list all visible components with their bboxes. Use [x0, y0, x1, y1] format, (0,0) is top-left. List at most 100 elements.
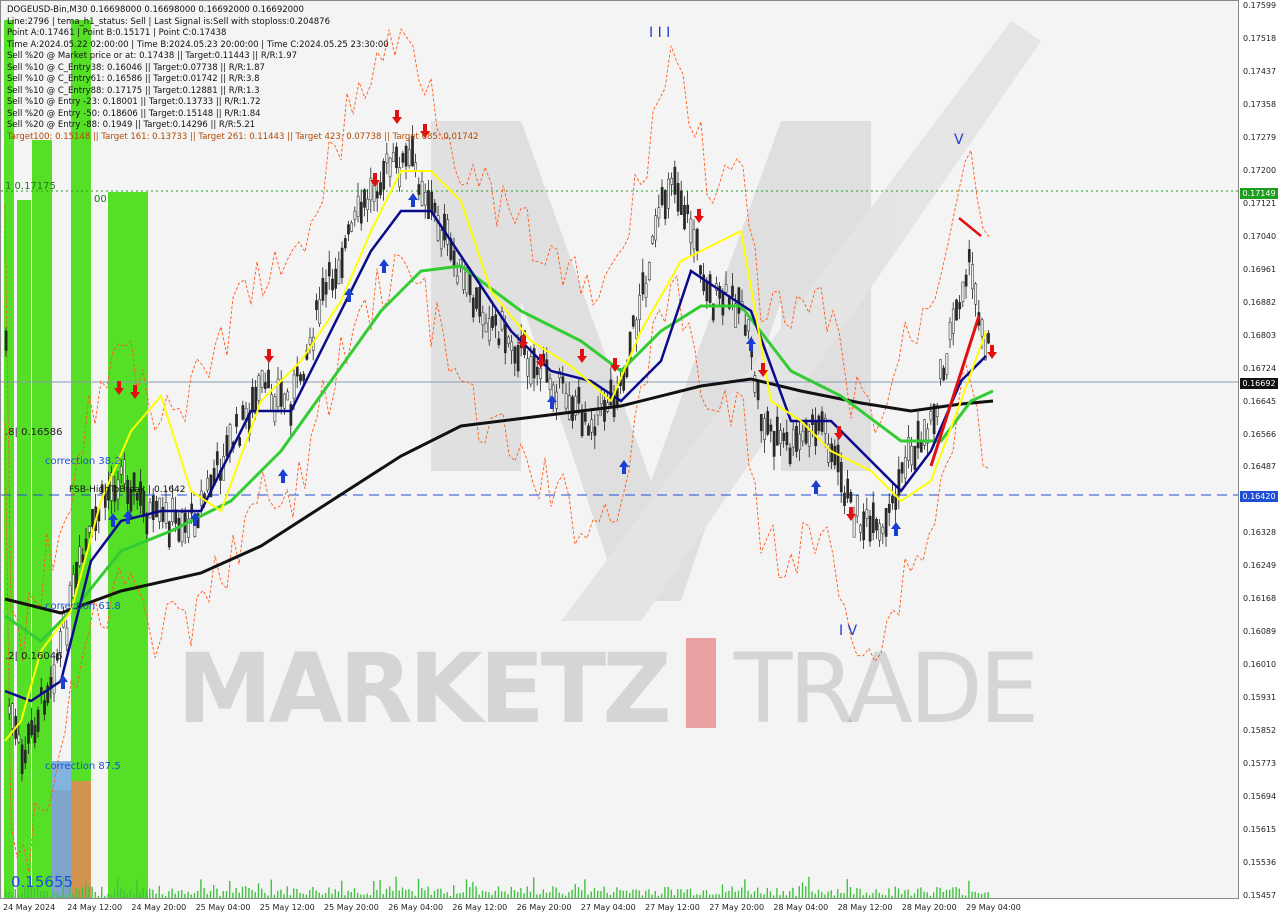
volume-bar	[728, 890, 730, 898]
candle-body	[372, 185, 376, 202]
chart-area[interactable]: MARKETZ TRADE DOGEUSD-Bin,M30 0.16698000 …	[0, 0, 1239, 899]
volume-bar	[203, 887, 205, 898]
volume-bar	[616, 887, 618, 898]
candle-body	[980, 319, 984, 337]
fib-level-1-label: 1 0.17175	[5, 181, 56, 192]
candle-body	[865, 509, 869, 519]
volume-bar	[398, 890, 400, 898]
volume-bar	[149, 888, 151, 898]
volume-bar	[917, 888, 919, 898]
candle-body	[955, 299, 958, 321]
candle-body	[708, 274, 712, 303]
candle-body	[315, 300, 318, 310]
candle-body	[705, 280, 709, 302]
price-tick-label: 0.16724	[1243, 363, 1277, 373]
volume-bar	[421, 887, 423, 898]
candle-body	[391, 152, 395, 162]
volume-bar	[581, 890, 583, 898]
candle-body	[868, 515, 872, 542]
time-axis[interactable]: 24 May 2024 24 May 12:00 24 May 20:00 25 Ma…	[0, 899, 1239, 920]
volume-bar	[353, 888, 356, 898]
candle-body	[679, 190, 683, 215]
candle-body	[71, 574, 75, 598]
candle-body	[215, 451, 219, 466]
candle-body	[404, 145, 408, 167]
volume-bar	[907, 889, 909, 898]
candle-body	[555, 391, 558, 409]
time-tick-label: 29 May 04:00	[966, 903, 1021, 912]
volume-bar	[277, 890, 279, 898]
price-axis[interactable]: 0.17599 0.17518 0.17437 0.17358 0.17279 0.172…	[1239, 0, 1280, 920]
candle-body	[308, 337, 312, 345]
candle-body	[795, 426, 798, 452]
volume-bar	[337, 891, 340, 898]
candle-body	[545, 359, 549, 383]
candle-body	[843, 492, 846, 506]
buy-arrow-icon	[891, 522, 901, 536]
candle-body	[647, 262, 651, 281]
volume-bar	[53, 891, 55, 898]
candle-body	[324, 282, 328, 295]
volume-bar	[245, 886, 247, 898]
volume-bar	[725, 892, 727, 898]
correction-61-label: correction 61.8	[45, 601, 121, 612]
candle-body	[299, 374, 302, 381]
time-tick-label: 28 May 12:00	[837, 903, 893, 912]
candle-body	[759, 414, 763, 432]
candle-body	[756, 381, 760, 401]
candle-body	[903, 457, 907, 479]
candle-body	[974, 283, 978, 305]
sell-arrow-icon	[694, 209, 704, 223]
volume-bar	[542, 889, 544, 898]
volume-bar	[731, 886, 733, 898]
candle-body	[967, 249, 971, 263]
volume-bar	[392, 890, 394, 898]
candle-body	[839, 461, 843, 493]
volume-bar	[677, 889, 679, 898]
candle-body	[948, 322, 952, 341]
candle-body	[7, 705, 11, 715]
volume-bar	[625, 890, 628, 898]
candle-body	[295, 366, 299, 377]
candle-body	[702, 274, 706, 292]
candle-body	[78, 546, 82, 566]
candle-body	[753, 375, 757, 393]
candle-body	[779, 429, 782, 444]
candle-body	[507, 336, 510, 345]
volume-bar	[600, 891, 602, 898]
volume-bar	[411, 891, 413, 898]
volume-bar	[187, 891, 189, 898]
candle-body	[151, 495, 155, 520]
candle-body	[513, 346, 517, 364]
volume-bar	[897, 888, 900, 898]
candle-body	[737, 287, 741, 314]
volume-bar	[373, 881, 375, 898]
volume-bar	[328, 887, 330, 898]
volume-bars	[5, 876, 989, 898]
candle-body	[782, 432, 786, 441]
candle-body	[471, 297, 475, 318]
volume-bar	[936, 887, 938, 898]
candle-body	[279, 381, 283, 407]
candle-body	[964, 274, 968, 287]
candle-body	[455, 275, 459, 284]
volume-bar	[389, 886, 391, 898]
candle-body	[769, 424, 773, 432]
volume-bar	[427, 886, 429, 898]
candle-body	[52, 664, 56, 694]
volume-bar	[46, 890, 48, 898]
candle-body	[916, 420, 920, 449]
volume-bar	[974, 891, 976, 898]
candle-body	[321, 278, 325, 301]
candle-body	[84, 538, 88, 551]
watermark-brand-left: MARKETZ	[177, 633, 672, 745]
volume-bar	[257, 883, 260, 898]
candle-body	[263, 382, 267, 389]
volume-bar	[792, 887, 794, 898]
volume-bar	[619, 890, 621, 898]
volume-bar	[737, 890, 740, 898]
volume-bar	[504, 891, 506, 898]
price-tick-label: 0.17200	[1243, 165, 1277, 175]
candle-body	[497, 338, 501, 346]
correction-87-label: correction 87.5	[45, 761, 121, 772]
